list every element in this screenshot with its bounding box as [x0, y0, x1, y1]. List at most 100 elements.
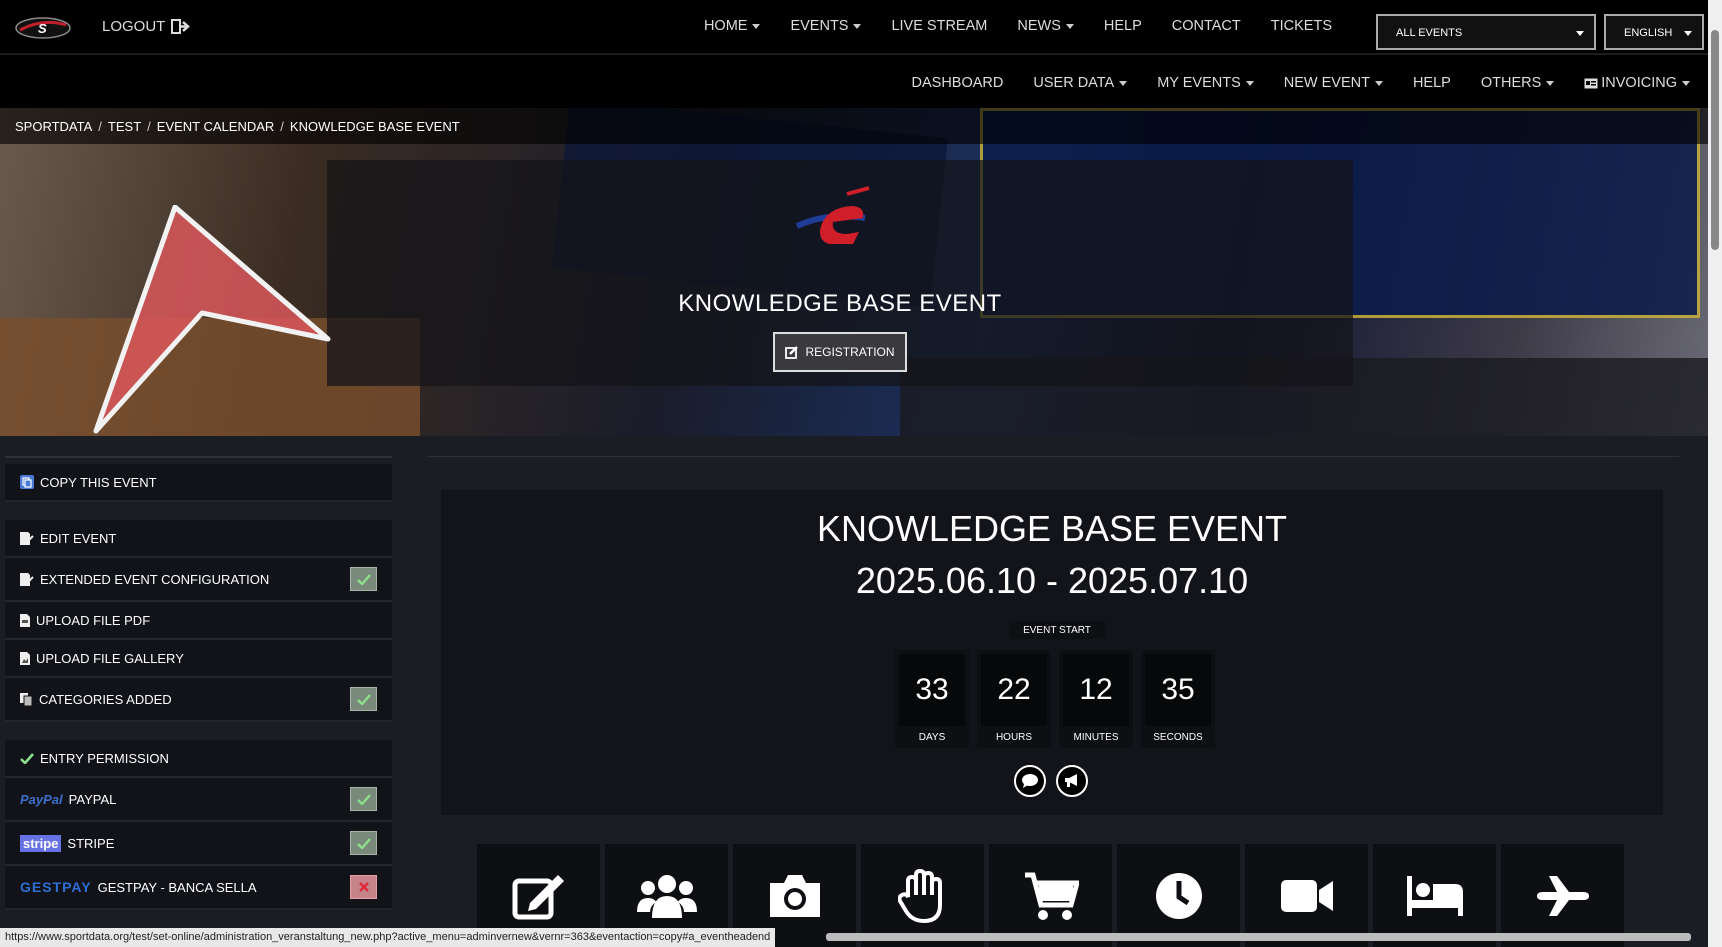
- nav-label: HOME: [703, 18, 748, 34]
- cart-icon[interactable]: [989, 844, 1112, 947]
- edit-event-button[interactable]: EDIT EVENT: [5, 520, 392, 558]
- registration-label: REGISTRATION: [805, 345, 895, 359]
- countdown-label: MINUTES: [1073, 732, 1119, 743]
- countdown-value: 22: [981, 654, 1047, 726]
- subnav-others[interactable]: OTHERS: [1480, 75, 1555, 91]
- subnav-dashboard[interactable]: DASHBOARD: [912, 75, 1004, 91]
- checkmark-icon: [20, 752, 34, 764]
- subnav-label: USER DATA: [1033, 75, 1115, 91]
- extended-config-button[interactable]: EXTENDED EVENT CONFIGURATION: [5, 558, 392, 602]
- admin-nav: DASHBOARD USER DATA MY EVENTS NEW EVENT …: [912, 75, 1690, 91]
- event-start-label: EVENT START: [1009, 621, 1105, 639]
- logout-label: LOGOUT: [102, 18, 166, 35]
- registration-button[interactable]: REGISTRATION: [773, 332, 907, 372]
- caret-down-icon: [853, 23, 862, 29]
- upload-gallery-button[interactable]: UPLOAD FILE GALLERY: [5, 640, 392, 678]
- video-icon[interactable]: [1245, 844, 1368, 947]
- caret-down-icon: [1576, 31, 1584, 36]
- nav-contact[interactable]: CONTACT: [1172, 18, 1241, 34]
- subnav-label: NEW EVENT: [1283, 75, 1370, 91]
- subnav-label: OTHERS: [1480, 75, 1542, 91]
- countdown-value: 35: [1145, 654, 1211, 726]
- top-navbar: S LOGOUT HOME EVENTS LIVE STREAM NEWS HE…: [0, 0, 1708, 54]
- file-pdf-icon: [20, 613, 30, 627]
- countdown-label: HOURS: [995, 732, 1033, 743]
- upload-pdf-label: UPLOAD FILE PDF: [36, 612, 151, 628]
- countdown-value: 33: [899, 654, 965, 726]
- vertical-scrollbar[interactable]: [1708, 0, 1722, 947]
- subnav-user-data[interactable]: USER DATA: [1033, 75, 1128, 91]
- scrollbar-thumb[interactable]: [1711, 30, 1719, 250]
- check-status-icon: [350, 831, 377, 855]
- nav-help[interactable]: HELP: [1104, 18, 1142, 34]
- subnav-label: MY EVENTS: [1157, 75, 1241, 91]
- breadcrumb-current: KNOWLEDGE BASE EVENT: [289, 119, 460, 134]
- site-logo[interactable]: S: [14, 16, 72, 40]
- stripe-button[interactable]: stripe STRIPE: [5, 822, 392, 866]
- caret-down-icon: [1374, 80, 1383, 86]
- breadcrumb-item[interactable]: EVENT CALENDAR: [157, 119, 275, 134]
- clock-icon[interactable]: [1117, 844, 1240, 947]
- horizontal-scrollbar[interactable]: [826, 933, 1691, 941]
- bed-icon[interactable]: [1373, 844, 1496, 947]
- edit-icon: [785, 346, 799, 359]
- check-status-icon: [350, 787, 377, 811]
- countdown-seconds: 35 SECONDS: [1141, 650, 1215, 748]
- nav-events[interactable]: EVENTS: [790, 18, 862, 34]
- subnav-my-events[interactable]: MY EVENTS: [1157, 75, 1254, 91]
- caret-down-icon: [752, 23, 761, 29]
- language-select[interactable]: ENGLISH: [1604, 14, 1704, 50]
- gestpay-label: GESTPAY - BANCA SELLA: [97, 879, 257, 895]
- countdown-value: 12: [1063, 654, 1129, 726]
- gestpay-button[interactable]: GESTPAY GESTPAY - BANCA SELLA: [5, 866, 392, 910]
- cross-status-icon: [350, 875, 377, 899]
- countdown-days: 33 DAYS: [895, 650, 969, 748]
- subnav-invoicing[interactable]: INVOICING: [1584, 75, 1690, 91]
- nav-live-stream[interactable]: LIVE STREAM: [891, 18, 987, 34]
- hero-title: KNOWLEDGE BASE EVENT: [678, 290, 1002, 317]
- subnav-help[interactable]: HELP: [1413, 75, 1451, 91]
- events-select[interactable]: ALL EVENTS: [1376, 14, 1596, 50]
- subnav-new-event[interactable]: NEW EVENT: [1284, 75, 1383, 91]
- event-logo: [795, 186, 870, 244]
- hero-panel: KNOWLEDGE BASE EVENT REGISTRATION: [327, 160, 1353, 386]
- logout-icon: [171, 19, 191, 34]
- breadcrumb-item[interactable]: TEST: [108, 119, 141, 134]
- check-status-icon: [350, 567, 377, 591]
- main-nav: HOME EVENTS LIVE STREAM NEWS HELP CONTAC…: [704, 18, 1332, 34]
- extended-config-label: EXTENDED EVENT CONFIGURATION: [40, 571, 270, 587]
- paypal-label: PAYPAL: [68, 791, 117, 807]
- categories-button[interactable]: CATEGORIES ADDED: [5, 678, 392, 722]
- caret-down-icon: [1119, 80, 1128, 86]
- svg-text:S: S: [38, 21, 47, 36]
- file-image-icon: [20, 651, 30, 665]
- nav-label: EVENTS: [790, 18, 849, 34]
- paypal-button[interactable]: PayPal PAYPAL: [5, 778, 392, 822]
- countdown-label: DAYS: [918, 732, 946, 743]
- nav-tickets[interactable]: TICKETS: [1271, 18, 1332, 34]
- events-select-value: ALL EVENTS: [1396, 27, 1463, 39]
- caret-down-icon: [1684, 31, 1692, 36]
- copy-event-button[interactable]: COPY THIS EVENT: [5, 464, 392, 502]
- megaphone-icon[interactable]: [1056, 765, 1088, 797]
- check-status-icon: [350, 687, 377, 711]
- upload-pdf-button[interactable]: UPLOAD FILE PDF: [5, 602, 392, 640]
- breadcrumb-item[interactable]: SPORTDATA: [15, 119, 92, 134]
- nav-news[interactable]: NEWS: [1017, 18, 1074, 34]
- admin-navbar: DASHBOARD USER DATA MY EVENTS NEW EVENT …: [0, 55, 1708, 108]
- nav-label: NEWS: [1017, 18, 1061, 34]
- caret-down-icon: [1682, 80, 1690, 86]
- id-card-icon: [1584, 78, 1598, 89]
- entry-permission-button[interactable]: ENTRY PERMISSION: [5, 740, 392, 778]
- countdown: 33 DAYS 22 HOURS 12 MINUTES 35 SECONDS: [895, 650, 1215, 748]
- plane-icon[interactable]: [1501, 844, 1624, 947]
- annotation-arrow-icon: [93, 205, 331, 434]
- file-edit-icon: [20, 572, 34, 586]
- nav-home[interactable]: HOME: [704, 18, 761, 34]
- hand-icon[interactable]: [861, 844, 984, 947]
- event-info-panel: KNOWLEDGE BASE EVENT 2025.06.10 - 2025.0…: [441, 490, 1663, 815]
- event-title: KNOWLEDGE BASE EVENT: [816, 508, 1288, 549]
- chat-icon[interactable]: [1014, 765, 1046, 797]
- caret-down-icon: [1546, 80, 1555, 86]
- logout-button[interactable]: LOGOUT: [102, 18, 191, 35]
